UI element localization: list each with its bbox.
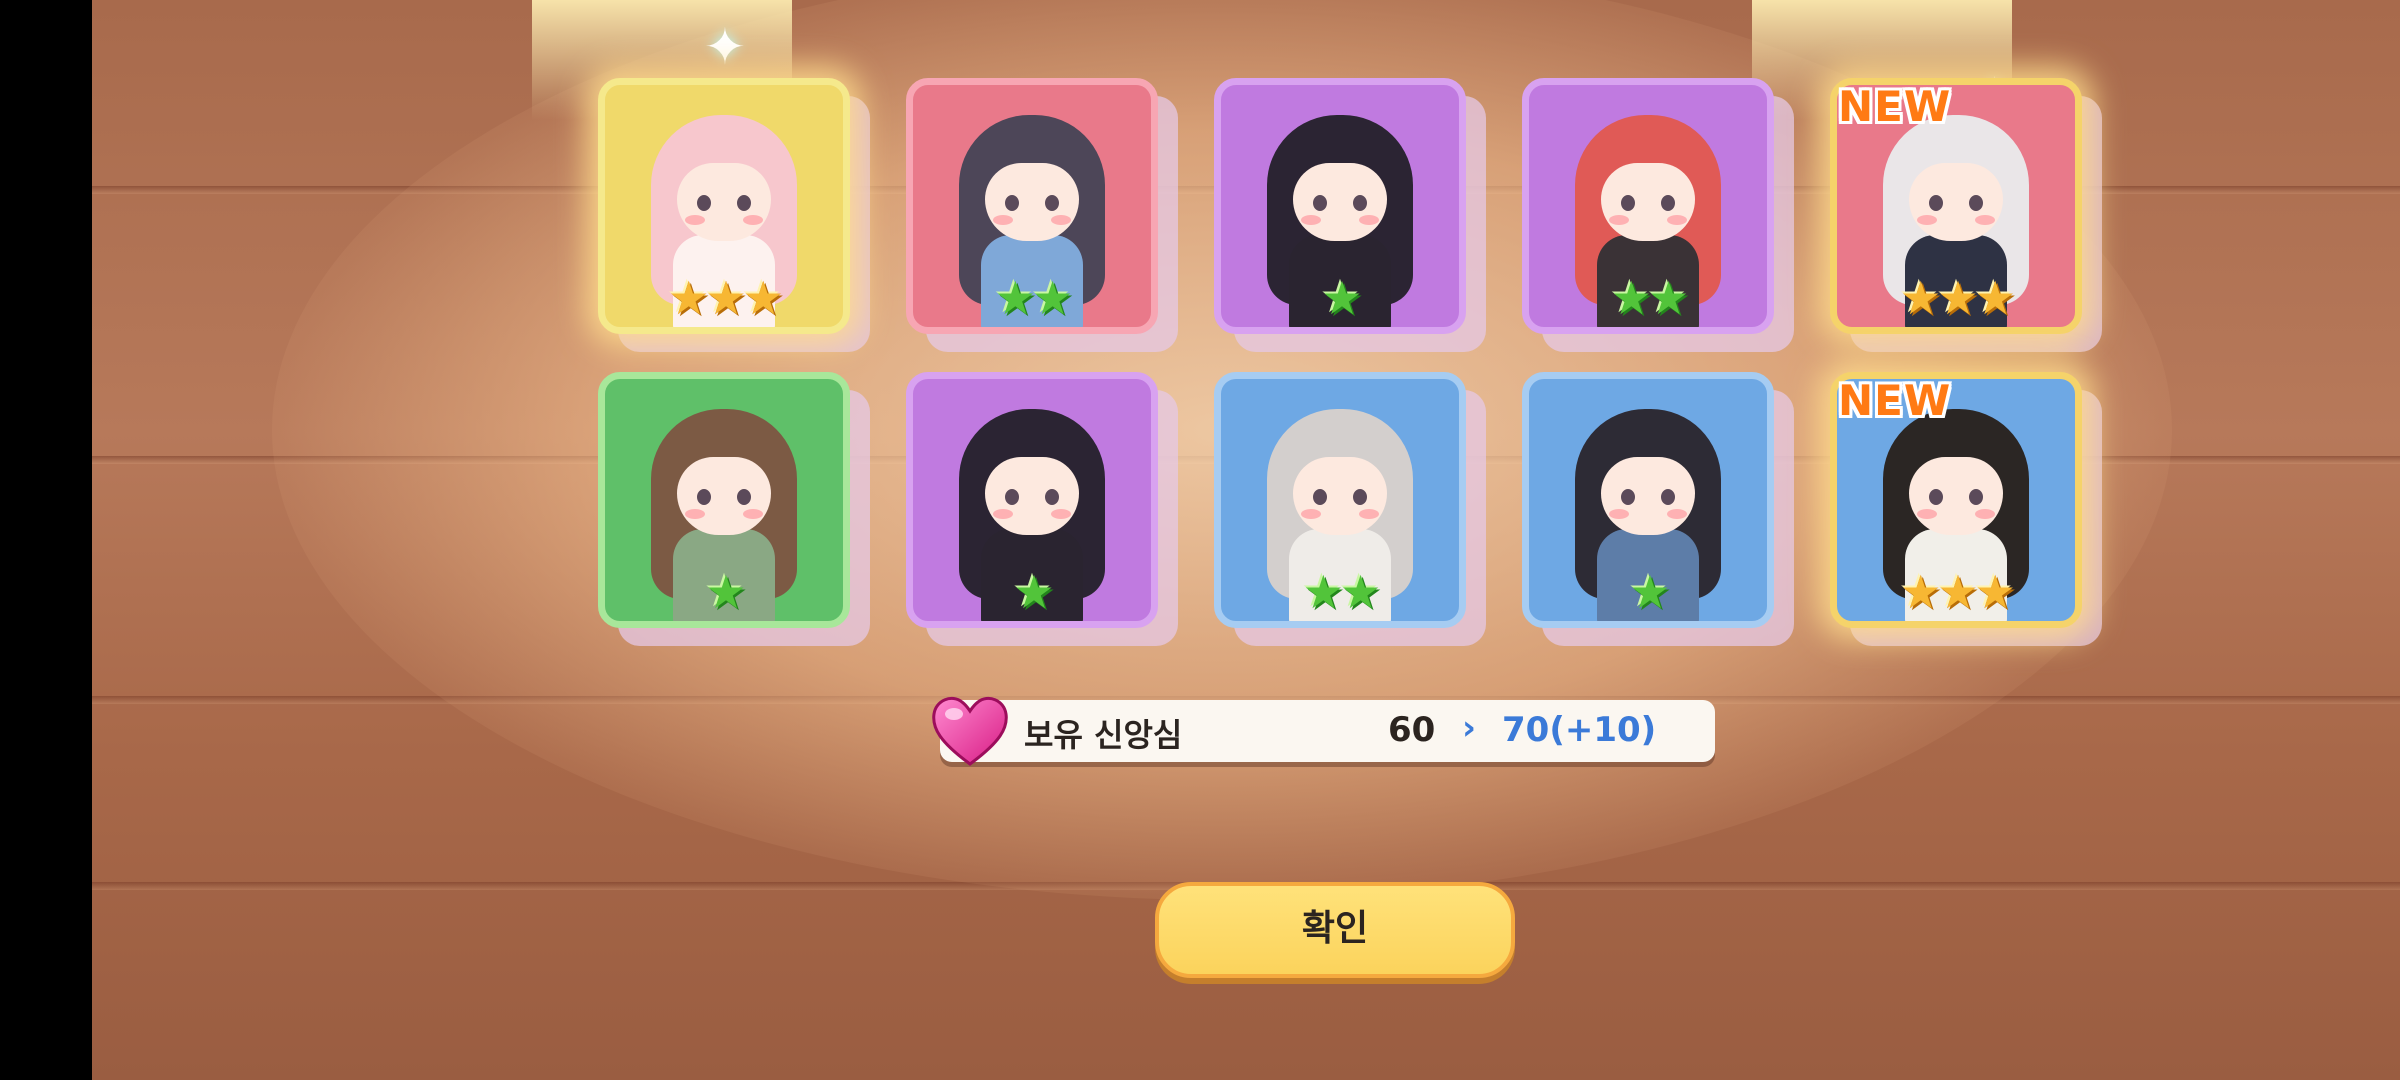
rarity-stars: ★	[913, 569, 1151, 615]
character-portrait: ★	[1522, 372, 1774, 628]
new-badge: NEW	[1838, 376, 1952, 425]
rarity-stars: ★★	[1529, 275, 1767, 321]
character-card[interactable]: ★★★ NEW	[1830, 372, 2102, 646]
character-portrait: ★	[906, 372, 1158, 628]
sparkle-icon: ✦	[704, 18, 746, 76]
star-icon: ★	[1937, 565, 1978, 619]
rarity-stars: ★	[1221, 275, 1459, 321]
faith-new-value: 70(+10)	[1502, 710, 1657, 750]
character-card[interactable]: ★★★	[598, 78, 870, 352]
left-screen-edge	[0, 0, 92, 1080]
character-card[interactable]: ★	[1522, 372, 1794, 646]
rarity-stars: ★	[605, 569, 843, 615]
character-portrait: ★	[598, 372, 850, 628]
star-icon: ★	[1937, 271, 1978, 325]
rarity-stars: ★	[1529, 569, 1767, 615]
faith-current-value: 60	[1388, 710, 1436, 750]
star-icon: ★	[1032, 271, 1073, 325]
star-icon: ★	[1340, 565, 1381, 619]
character-card[interactable]: ★★	[906, 78, 1178, 352]
star-icon: ★	[1648, 271, 1689, 325]
star-icon: ★	[994, 271, 1036, 325]
rarity-stars: ★★★	[1837, 275, 2075, 321]
character-card-grid: ★★★ ★★ ★ ★★ ★★★ NEW ★ ★ ★★ ★ ★★★ NEW	[502, 78, 2122, 646]
star-icon: ★	[1629, 565, 1670, 619]
rarity-stars: ★★★	[1837, 569, 2075, 615]
star-icon: ★	[668, 271, 709, 325]
new-badge: NEW	[1838, 82, 1952, 131]
star-icon: ★	[1321, 271, 1362, 325]
star-icon: ★	[705, 565, 746, 619]
character-portrait: ★★★	[598, 78, 850, 334]
star-icon: ★	[1302, 565, 1344, 619]
star-icon: ★	[1900, 271, 1941, 325]
character-card[interactable]: ★★	[1214, 372, 1486, 646]
confirm-button[interactable]: 확인	[1155, 882, 1515, 978]
character-card[interactable]: ★	[906, 372, 1178, 646]
star-icon: ★	[1974, 565, 2016, 619]
character-portrait: ★★	[1214, 372, 1466, 628]
character-portrait: ★★	[1522, 78, 1774, 334]
star-icon: ★	[742, 271, 784, 325]
star-icon: ★	[705, 271, 746, 325]
character-card[interactable]: ★	[1214, 78, 1486, 352]
character-card[interactable]: ★	[598, 372, 870, 646]
rarity-stars: ★★★	[605, 275, 843, 321]
character-portrait: ★	[1214, 78, 1466, 334]
character-card[interactable]: ★★★ NEW	[1830, 78, 2102, 352]
character-card[interactable]: ★★	[1522, 78, 1794, 352]
heart-icon	[932, 697, 1008, 766]
faith-label: 보유 신앙심	[1024, 716, 1183, 754]
summon-result-screen: ✦ ✦ ★★★★★★★★★★★NEW★★★★★★★★NEW 보유 신앙심 60 …	[92, 0, 2400, 1080]
character-portrait: ★★	[906, 78, 1158, 334]
rarity-stars: ★★	[1221, 569, 1459, 615]
star-icon: ★	[1900, 565, 1941, 619]
star-icon: ★	[1013, 565, 1054, 619]
star-icon: ★	[1610, 271, 1652, 325]
faith-summary-bar: 보유 신앙심 60 › 70(+10)	[932, 697, 1715, 766]
star-icon: ★	[1974, 271, 2016, 325]
rarity-stars: ★★	[913, 275, 1151, 321]
chevron-right-icon: ›	[1462, 708, 1477, 748]
